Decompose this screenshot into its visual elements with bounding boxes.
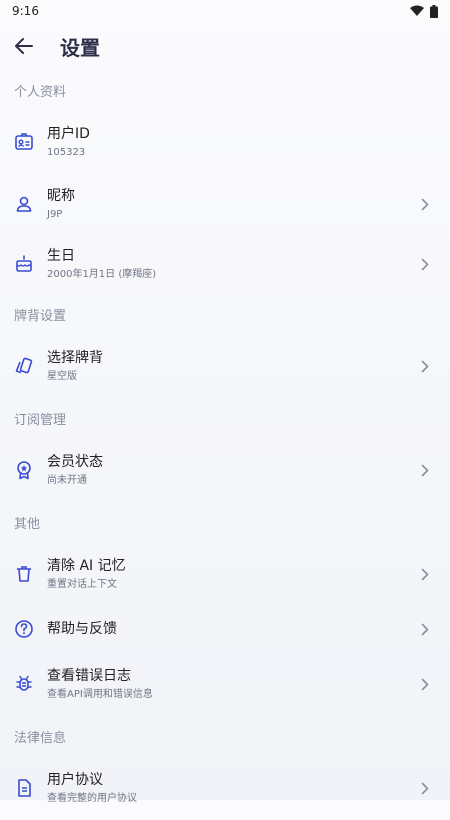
- choose-card-back-value: 星空版: [47, 371, 77, 382]
- battery-icon: [430, 4, 438, 18]
- chevron-right-icon: [420, 197, 430, 211]
- trash-icon: [14, 564, 34, 584]
- chevron-right-icon: [420, 622, 430, 636]
- cake-icon: [14, 254, 34, 274]
- chevron-right-icon: [420, 359, 430, 373]
- nickname-item[interactable]: 昵称 J9P: [0, 174, 450, 234]
- app-bar: 设置: [0, 22, 450, 70]
- arrow-left-icon: [15, 38, 33, 54]
- user-agreement-value: 查看完整的用户协议: [47, 793, 137, 804]
- section-header-profile: 个人资料: [14, 84, 67, 100]
- id-card-icon: [14, 132, 34, 152]
- nickname-value: J9P: [47, 209, 63, 220]
- user-id-value: 105323: [47, 147, 86, 158]
- user-agreement-item[interactable]: 用户协议 查看完整的用户协议: [0, 756, 450, 820]
- chevron-right-icon: [420, 567, 430, 581]
- nickname-label: 昵称: [47, 188, 75, 204]
- birthday-label: 生日: [47, 248, 75, 264]
- user-id-item[interactable]: 用户ID 105323: [0, 110, 450, 174]
- membership-label: 会员状态: [47, 454, 103, 470]
- back-button[interactable]: [2, 24, 46, 68]
- cards-icon: [14, 356, 34, 376]
- clear-ai-memory-item[interactable]: 清除 AI 记忆 重置对话上下文: [0, 542, 450, 606]
- chevron-right-icon: [420, 781, 430, 795]
- membership-item[interactable]: 会员状态 尚未开通: [0, 438, 450, 502]
- section-header-card-back: 牌背设置: [14, 308, 67, 324]
- status-time: 9:16: [12, 4, 39, 18]
- error-log-label: 查看错误日志: [47, 668, 131, 684]
- user-id-label: 用户ID: [47, 126, 90, 142]
- section-header-subscription: 订阅管理: [14, 412, 67, 428]
- section-header-legal: 法律信息: [14, 730, 67, 746]
- error-log-item[interactable]: 查看错误日志 查看API调用和错误信息: [0, 652, 450, 716]
- choose-card-back-item[interactable]: 选择牌背 星空版: [0, 334, 450, 398]
- document-icon: [14, 778, 34, 798]
- wifi-icon: [410, 5, 424, 17]
- section-header-other: 其他: [14, 516, 41, 532]
- membership-value: 尚未开通: [47, 475, 87, 486]
- clear-ai-memory-value: 重置对话上下文: [47, 579, 117, 590]
- status-bar: 9:16: [0, 0, 450, 22]
- person-icon: [14, 194, 34, 214]
- help-icon: [14, 619, 34, 639]
- user-agreement-label: 用户协议: [47, 772, 103, 788]
- birthday-value: 2000年1月1日 (摩羯座): [47, 269, 157, 280]
- birthday-item[interactable]: 生日 2000年1月1日 (摩羯座): [0, 234, 450, 294]
- help-feedback-label: 帮助与反馈: [47, 621, 117, 637]
- chevron-right-icon: [420, 257, 430, 271]
- error-log-value: 查看API调用和错误信息: [47, 689, 153, 700]
- clear-ai-memory-label: 清除 AI 记忆: [47, 558, 126, 574]
- chevron-right-icon: [420, 463, 430, 477]
- choose-card-back-label: 选择牌背: [47, 350, 103, 366]
- chevron-right-icon: [420, 677, 430, 691]
- bug-icon: [14, 674, 34, 694]
- help-feedback-item[interactable]: 帮助与反馈: [0, 606, 450, 652]
- badge-icon: [14, 460, 34, 480]
- settings-list: 个人资料 用户ID 105323 昵称 J9P 生日 2000年1月1日 (摩羯…: [0, 70, 450, 820]
- page-title: 设置: [60, 35, 100, 60]
